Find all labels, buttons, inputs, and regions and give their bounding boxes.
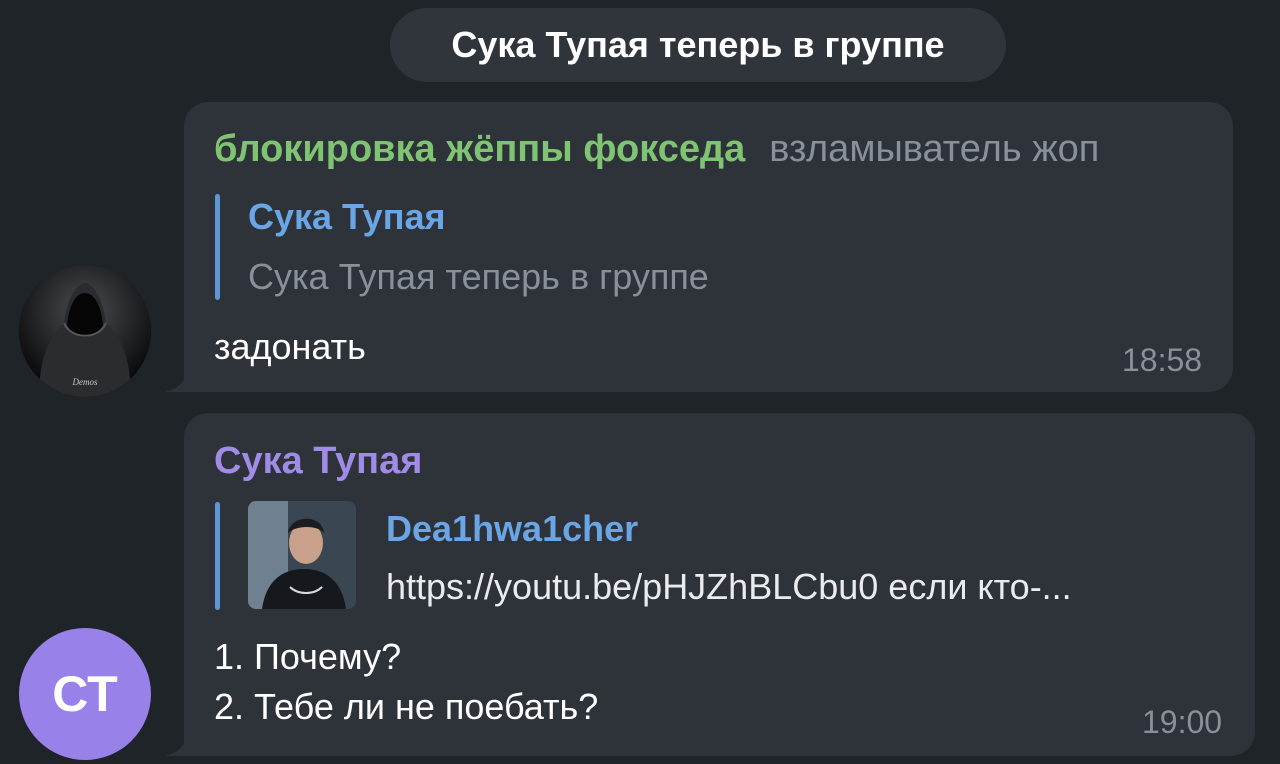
sender-name[interactable]: Сука Тупая [214, 440, 422, 482]
service-message: Сука Тупая теперь в группе [390, 8, 1006, 82]
message-time: 18:58 [1122, 342, 1203, 378]
user-avatar-initials[interactable]: СТ [19, 628, 151, 760]
sender-title: взламыватель жоп [769, 128, 1100, 170]
sender-line: блокировка жёппы фокседа взламыватель жоп [214, 128, 1099, 171]
sender-line: Сука Тупая [214, 440, 422, 483]
person-thumbnail-icon [248, 501, 356, 609]
message-text: задонать [214, 326, 366, 367]
message-line: 2. Тебе ли не поебать? [214, 686, 599, 727]
reply-link-text[interactable]: https://youtu.be/pHJZhBLCbu0 если кто-..… [386, 566, 1216, 608]
hooded-figure-icon: Demos [19, 265, 151, 397]
video-thumbnail[interactable] [248, 501, 356, 609]
reply-bar [215, 502, 220, 610]
user-avatar[interactable]: Demos [19, 265, 151, 397]
reply-text[interactable]: Сука Тупая теперь в группе [248, 256, 709, 298]
reply-bar [215, 194, 220, 300]
reply-name[interactable]: Сука Тупая [248, 196, 445, 238]
message-time: 19:00 [1142, 704, 1223, 740]
sender-name[interactable]: блокировка жёппы фокседа [214, 128, 745, 170]
message-line: 1. Почему? [214, 636, 402, 677]
avatar-caption: Demos [72, 377, 98, 387]
reply-name[interactable]: Dea1hwa1cher [386, 508, 638, 550]
